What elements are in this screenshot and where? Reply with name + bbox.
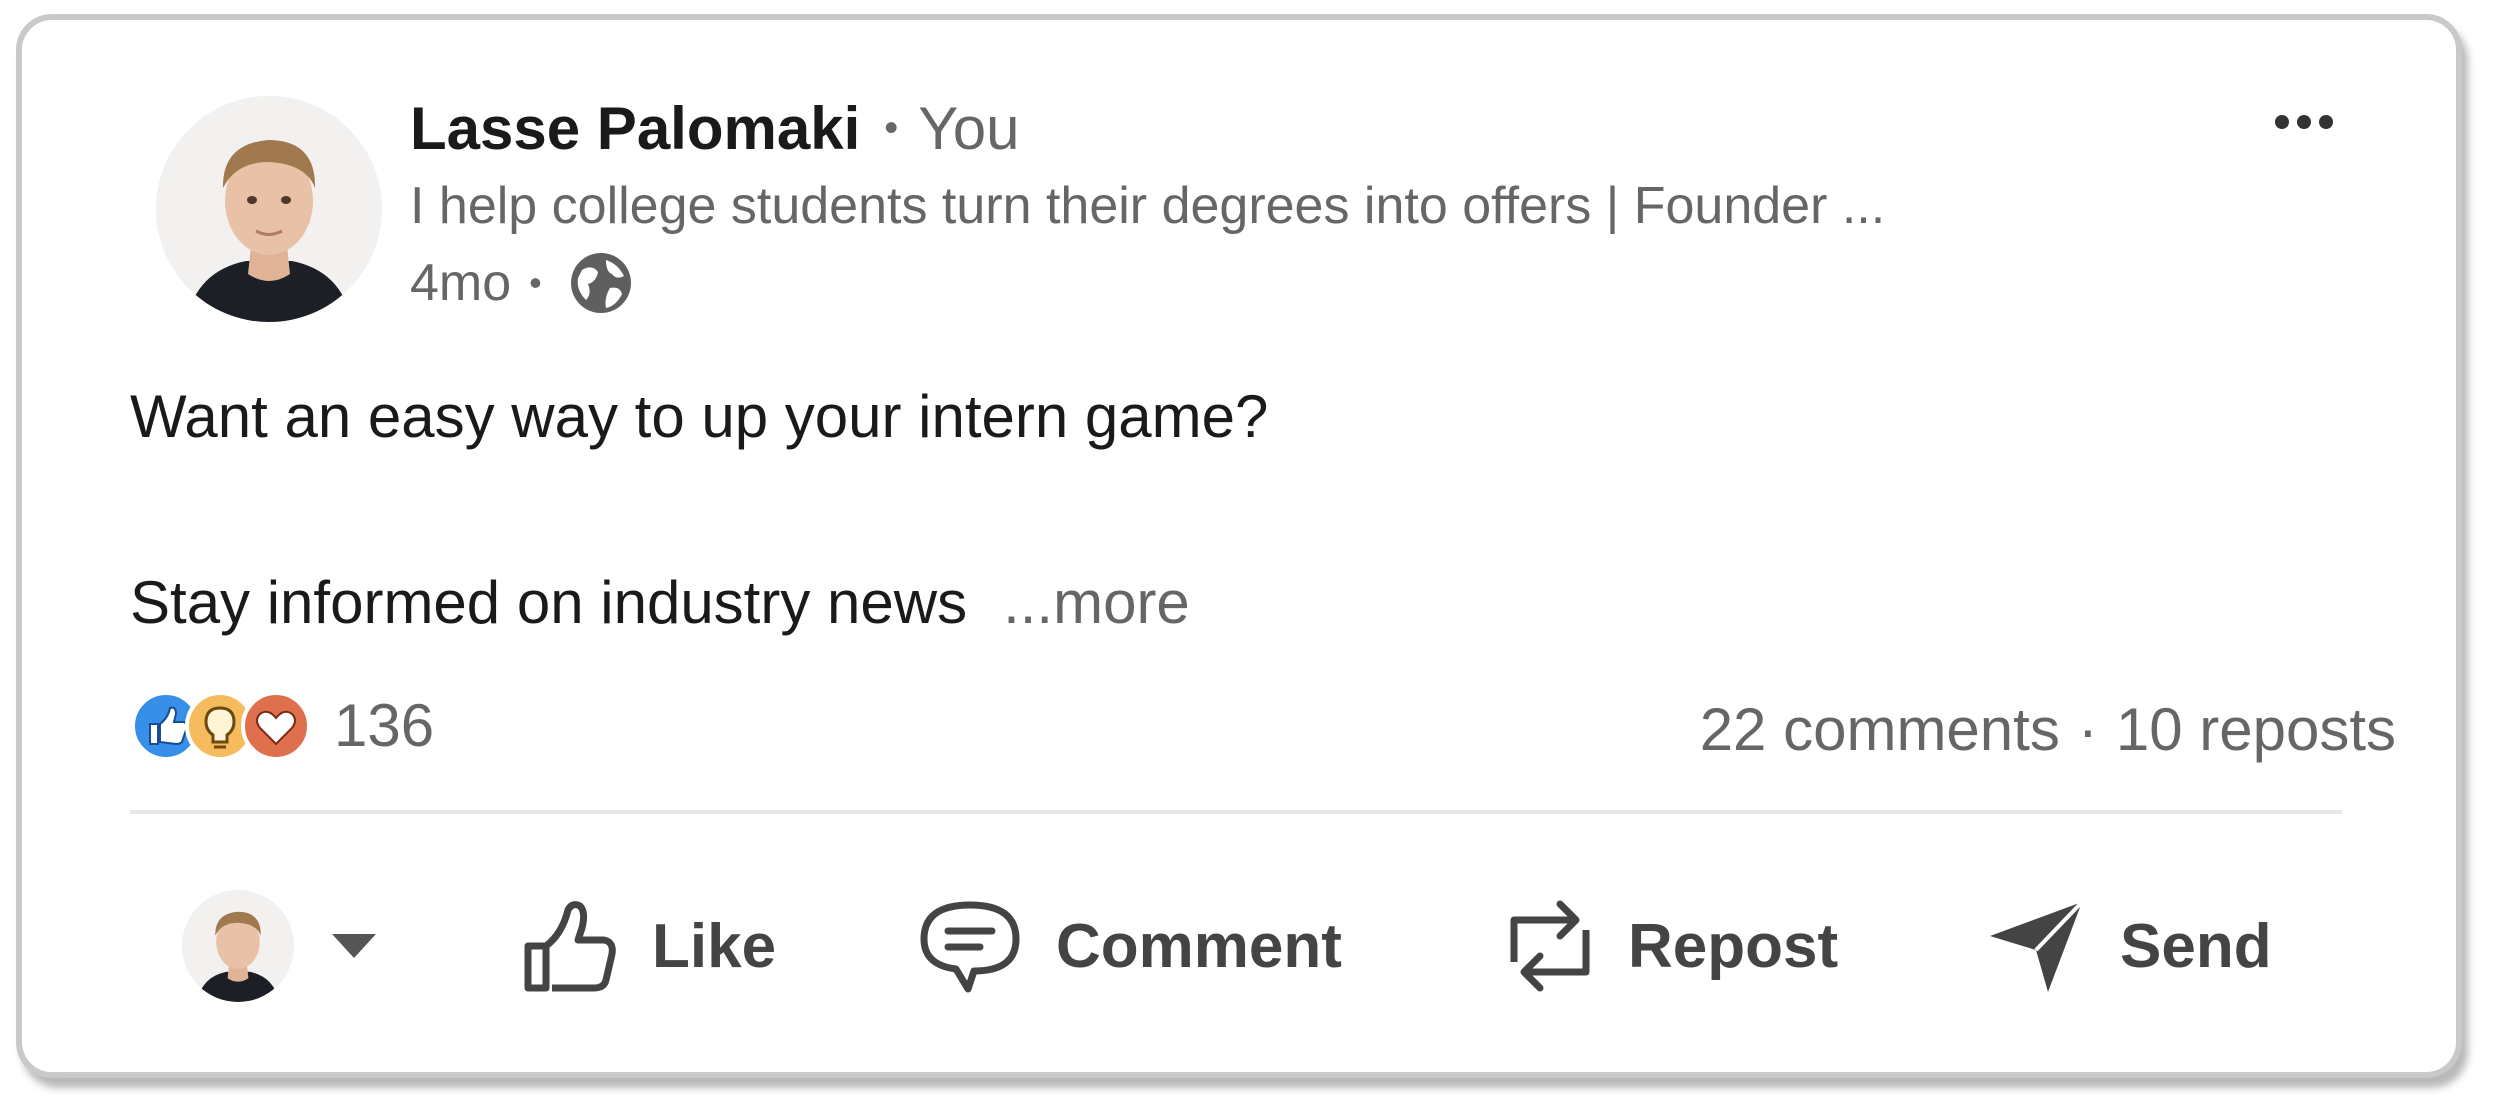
- post-age: 4mo: [410, 254, 512, 312]
- divider: [130, 810, 2342, 814]
- love-reaction-icon: [241, 691, 311, 761]
- send-button[interactable]: Send: [1986, 876, 2272, 1016]
- identity-switcher[interactable]: [182, 876, 378, 1016]
- author-headline: I help college students turn their degre…: [410, 177, 1886, 235]
- comment-button[interactable]: Comment: [918, 876, 1342, 1016]
- thumbs-up-icon: [524, 901, 616, 992]
- reactions-summary[interactable]: [130, 690, 312, 762]
- author-line: Lasse Palomaki • You: [410, 92, 1020, 164]
- post-meta: 4mo •: [410, 250, 634, 316]
- engagement-stats: 22 comments · 10 reposts: [1700, 694, 2396, 766]
- post-text-line-2: Stay informed on industry news ...more: [130, 568, 1190, 637]
- more-horizontal-icon[interactable]: [2272, 104, 2336, 140]
- meta-separator: •: [529, 262, 542, 303]
- repost-button[interactable]: Repost: [1506, 876, 1838, 1016]
- chevron-down-icon: [332, 934, 376, 958]
- globe-icon: [570, 253, 631, 313]
- reaction-count[interactable]: 136: [334, 690, 434, 762]
- stats-separator: ·: [2077, 696, 2098, 763]
- like-button[interactable]: Like: [522, 876, 776, 1016]
- see-more-link[interactable]: ...more: [1003, 569, 1190, 636]
- repost-label: Repost: [1628, 911, 1839, 981]
- post-text-line-1: Want an easy way to up your intern game?: [130, 383, 1269, 450]
- post-text-line-2-content: Stay informed on industry news: [130, 569, 968, 636]
- action-bar: Like Comment Repost Send: [6, 876, 2500, 1016]
- comments-count[interactable]: 22 comments: [1700, 696, 2060, 763]
- send-label: Send: [2120, 911, 2272, 981]
- like-label: Like: [652, 911, 777, 981]
- current-user-avatar: [182, 890, 294, 1002]
- comment-label: Comment: [1056, 911, 1342, 981]
- comment-icon: [920, 901, 1020, 993]
- author-separator: •: [884, 105, 899, 150]
- relation-label: You: [918, 94, 1020, 162]
- repost-icon: [1510, 900, 1590, 992]
- reposts-count[interactable]: 10 reposts: [2116, 696, 2396, 763]
- post-card: Lasse Palomaki • You I help college stud…: [16, 14, 2462, 1078]
- send-icon: [1990, 900, 2084, 992]
- author-name[interactable]: Lasse Palomaki: [410, 94, 860, 163]
- author-avatar[interactable]: [156, 96, 382, 322]
